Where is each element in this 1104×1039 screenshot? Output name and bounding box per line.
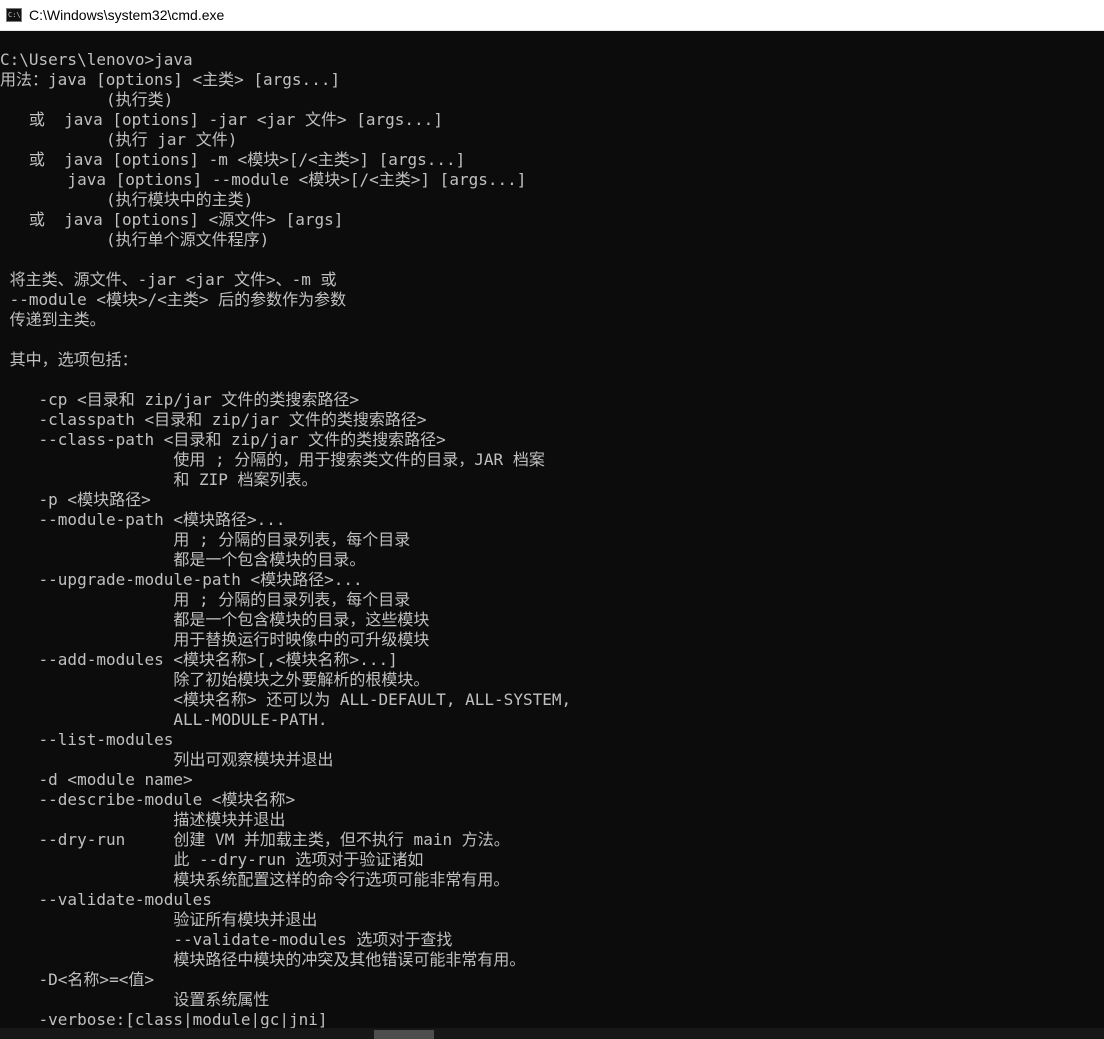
console-line: 都是一个包含模块的目录。: [0, 550, 366, 569]
console-line: --list-modules: [0, 730, 174, 749]
console-output[interactable]: C:\Users\lenovo>java 用法：java [options] <主…: [0, 50, 1090, 1030]
horizontal-scrollbar[interactable]: [0, 1028, 1104, 1039]
console-line: 描述模块并退出: [0, 810, 286, 829]
console-line: 模块系统配置这样的命令行选项可能非常有用。: [0, 870, 510, 889]
console-line: 和 ZIP 档案列表。: [0, 470, 318, 489]
console-line: 此 --dry-run 选项对于验证诸如: [0, 850, 424, 869]
console-line: C:\Users\lenovo>java: [0, 50, 193, 69]
console-line: ALL-MODULE-PATH.: [0, 710, 328, 729]
console-line: 用法：java [options] <主类> [args...]: [0, 70, 341, 89]
console-line: --module <模块>/<主类> 后的参数作为参数: [0, 290, 347, 309]
console-line: -D<名称>=<值>: [0, 970, 154, 989]
console-line: 模块路径中模块的冲突及其他错误可能非常有用。: [0, 950, 526, 969]
console-line: --validate-modules: [0, 890, 212, 909]
console-line: 验证所有模块并退出: [0, 910, 318, 929]
console-line: 使用 ; 分隔的，用于搜索类文件的目录，JAR 档案: [0, 450, 545, 469]
console-line: 除了初始模块之外要解析的根模块。: [0, 670, 430, 689]
console-line: --describe-module <模块名称>: [0, 790, 296, 809]
console-line: -cp <目录和 zip/jar 文件的类搜索路径>: [0, 390, 360, 409]
console-line: 传递到主类。: [0, 310, 106, 329]
console-line: --module-path <模块路径>...: [0, 510, 286, 529]
scrollbar-thumb[interactable]: [374, 1030, 434, 1039]
console-line: 用于替换运行时映像中的可升级模块: [0, 630, 430, 649]
console-line: --upgrade-module-path <模块路径>...: [0, 570, 363, 589]
console-line: 或 java [options] -jar <jar 文件> [args...]: [0, 110, 443, 129]
console-line: -verbose:[class|module|gc|jni]: [0, 1010, 328, 1029]
console-line: -p <模块路径>: [0, 490, 151, 509]
console-line: 都是一个包含模块的目录，这些模块: [0, 610, 430, 629]
console-line: <模块名称> 还可以为 ALL-DEFAULT, ALL-SYSTEM,: [0, 690, 572, 709]
console-line: 或 java [options] <源文件> [args]: [0, 210, 344, 229]
console-line: --add-modules <模块名称>[,<模块名称>...]: [0, 650, 398, 669]
console-line: 用 ; 分隔的目录列表，每个目录: [0, 530, 411, 549]
console-line: 用 ; 分隔的目录列表，每个目录: [0, 590, 411, 609]
console-line: (执行模块中的主类): [0, 190, 254, 209]
console-line: 或 java [options] -m <模块>[/<主类>] [args...…: [0, 150, 466, 169]
console-line: 其中，选项包括：: [0, 350, 138, 369]
console-line: 列出可观察模块并退出: [0, 750, 334, 769]
console-line: 设置系统属性: [0, 990, 270, 1009]
console-line: (执行类): [0, 90, 174, 109]
console-line: --validate-modules 选项对于查找: [0, 930, 453, 949]
cmd-icon: C:\.: [6, 8, 22, 22]
console-line: (执行单个源文件程序): [0, 230, 270, 249]
console-line: 将主类、源文件、-jar <jar 文件>、-m 或: [0, 270, 337, 289]
console-line: -classpath <目录和 zip/jar 文件的类搜索路径>: [0, 410, 427, 429]
title-bar[interactable]: C:\. C:\Windows\system32\cmd.exe: [0, 0, 1104, 31]
window-title: C:\Windows\system32\cmd.exe: [29, 7, 225, 23]
console-line: -d <module name>: [0, 770, 193, 789]
console-line: (执行 jar 文件): [0, 130, 238, 149]
console-line: --class-path <目录和 zip/jar 文件的类搜索路径>: [0, 430, 446, 449]
console-line: java [options] --module <模块>[/<主类>] [arg…: [0, 170, 527, 189]
console-line: --dry-run 创建 VM 并加载主类，但不执行 main 方法。: [0, 830, 510, 849]
